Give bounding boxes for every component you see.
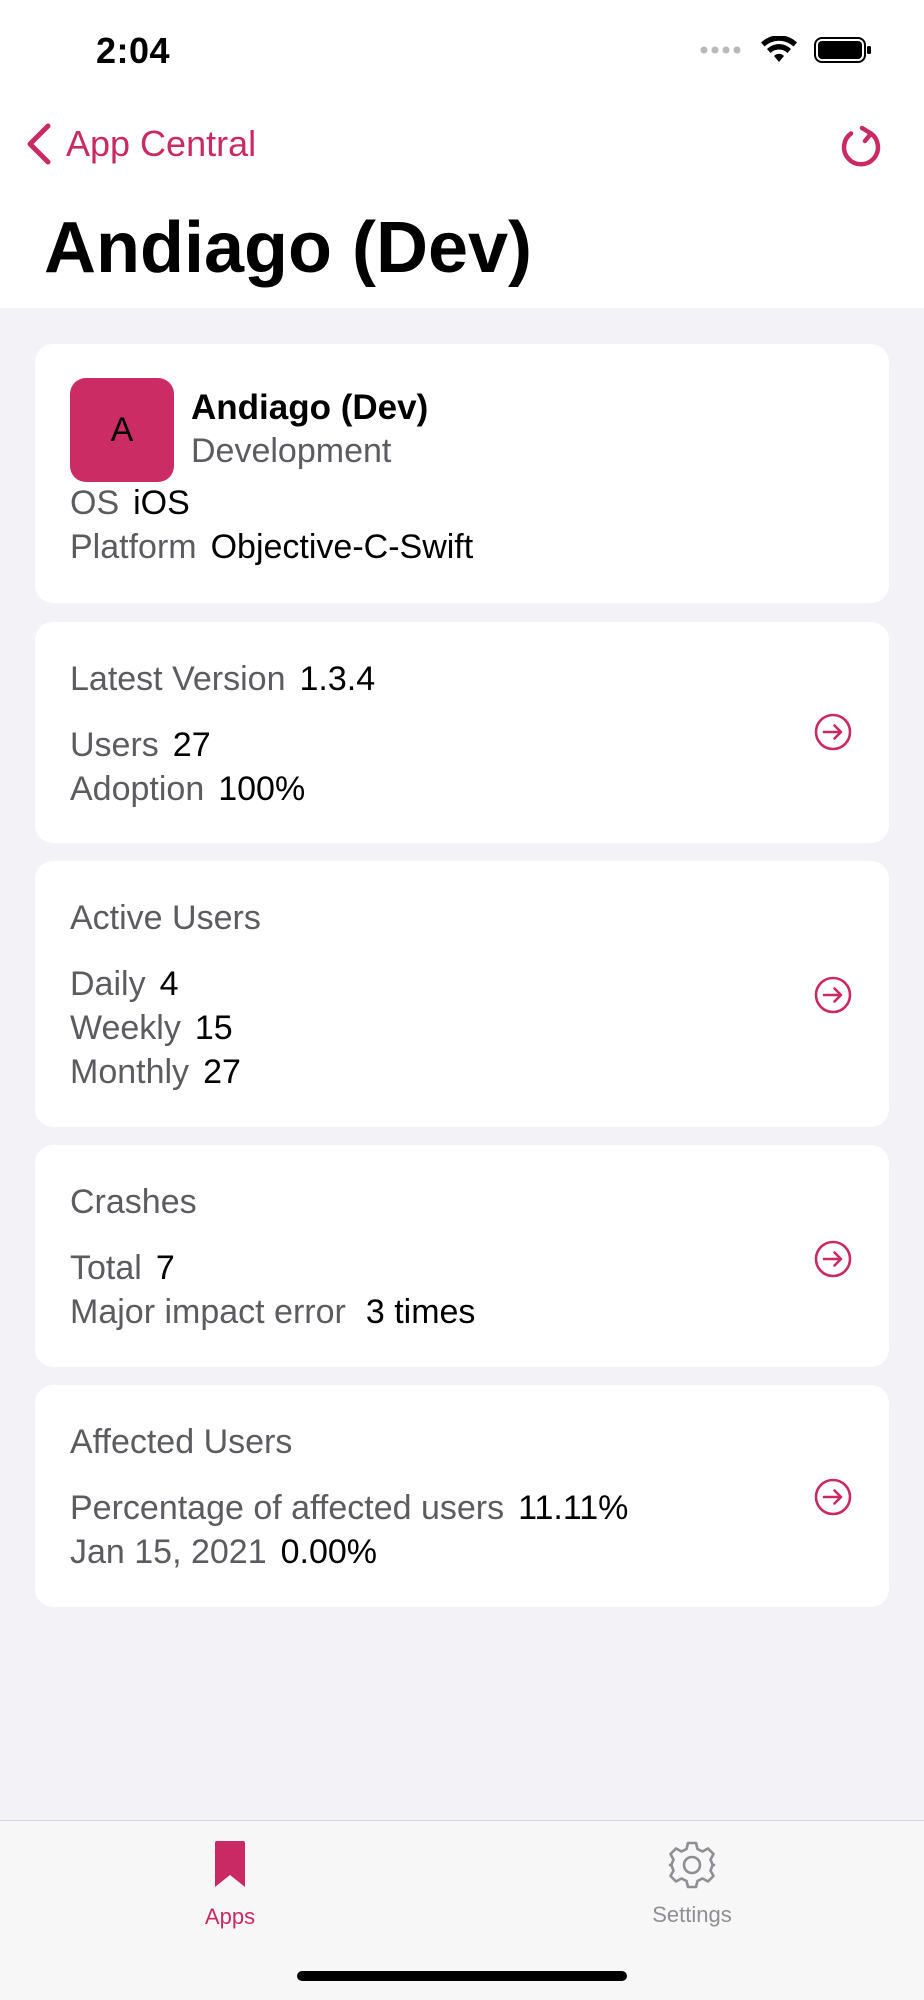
weekly-value: 15 [194, 1009, 233, 1047]
version-card[interactable]: Latest Version 1.3.4 Users 27 Adoption 100% [35, 622, 889, 843]
users-label: Users [70, 726, 159, 764]
major-impact-row: Major impact error 3 times [70, 1293, 475, 1332]
platform-label: Platform [70, 528, 197, 566]
monthly-label: Monthly [70, 1053, 190, 1091]
chevron-left-icon [27, 123, 51, 165]
users-value: 27 [172, 726, 211, 764]
cellular-signal-icon [700, 46, 741, 54]
platform-row: Platform Objective-C-Swift [70, 528, 473, 567]
os-row: OS iOS [70, 484, 190, 523]
major-impact-value: 3 times [365, 1293, 476, 1331]
refresh-icon [841, 125, 881, 167]
major-impact-label: Major impact error [70, 1293, 346, 1331]
header-area: 2:04 App Central Andiago (Dev) [0, 0, 924, 308]
arrow-right-circle-icon[interactable] [813, 1477, 853, 1517]
tab-settings[interactable]: Settings [612, 1839, 772, 1928]
adoption-label: Adoption [70, 770, 205, 808]
date-label: Jan 15, 2021 [70, 1533, 267, 1571]
active-users-card[interactable]: Active Users Daily 4 Weekly 15 Monthly 27 [35, 861, 889, 1127]
status-icons [700, 36, 872, 64]
total-label: Total [70, 1249, 142, 1287]
adoption-row: Adoption 100% [70, 770, 305, 809]
tab-settings-label: Settings [652, 1902, 732, 1927]
status-time: 2:04 [96, 30, 171, 71]
crashes-card[interactable]: Crashes Total 7 Major impact error 3 times [35, 1145, 889, 1367]
arrow-right-circle-icon[interactable] [813, 975, 853, 1015]
affected-users-title: Affected Users [70, 1423, 293, 1461]
adoption-value: 100% [218, 770, 306, 808]
app-icon: A [70, 378, 174, 482]
latest-version-value: 1.3.4 [299, 660, 376, 698]
os-label: OS [70, 484, 120, 522]
active-users-title: Active Users [70, 899, 261, 937]
battery-icon [814, 37, 871, 63]
total-value: 7 [155, 1249, 175, 1287]
users-row: Users 27 [70, 726, 211, 765]
crashes-title: Crashes [70, 1183, 197, 1221]
app-name: Andiago (Dev) [191, 388, 429, 427]
date-value: 0.00% [280, 1533, 378, 1571]
back-button-label: App Central [66, 123, 257, 164]
bookmark-icon [215, 1841, 245, 1887]
monthly-value: 27 [203, 1053, 241, 1091]
latest-version-label: Latest Version [70, 660, 286, 698]
app-info-card: A Andiago (Dev) Development OS iOS Platfo… [35, 344, 889, 603]
tab-apps-label: Apps [204, 1904, 256, 1929]
percentage-label: Percentage of affected users [70, 1489, 505, 1527]
page-title: Andiago (Dev) [44, 208, 533, 288]
daily-label: Daily [70, 965, 146, 1003]
date-row: Jan 15, 2021 0.00% [70, 1533, 377, 1572]
back-button[interactable]: App Central [26, 122, 256, 166]
percentage-row: Percentage of affected users 11.11% [70, 1489, 628, 1528]
total-row: Total 7 [70, 1249, 175, 1288]
daily-value: 4 [159, 965, 179, 1003]
app-icon-letter: A [110, 410, 134, 449]
arrow-right-circle-icon[interactable] [813, 1239, 853, 1279]
wifi-icon [761, 36, 797, 62]
monthly-row: Monthly 27 [70, 1053, 241, 1092]
refresh-button[interactable] [838, 124, 884, 175]
weekly-row: Weekly 15 [70, 1009, 233, 1048]
arrow-right-circle-icon[interactable] [813, 712, 853, 752]
affected-users-card[interactable]: Affected Users Percentage of affected us… [35, 1385, 889, 1607]
home-indicator [297, 1971, 627, 1981]
os-value: iOS [133, 484, 190, 522]
weekly-label: Weekly [70, 1009, 181, 1047]
percentage-value: 11.11% [518, 1489, 629, 1527]
gear-icon [668, 1841, 716, 1889]
daily-row: Daily 4 [70, 965, 179, 1004]
tab-apps[interactable]: Apps [150, 1839, 310, 1930]
latest-version-row: Latest Version 1.3.4 [70, 660, 375, 699]
platform-value: Objective-C-Swift [210, 528, 474, 566]
app-type: Development [191, 432, 392, 470]
